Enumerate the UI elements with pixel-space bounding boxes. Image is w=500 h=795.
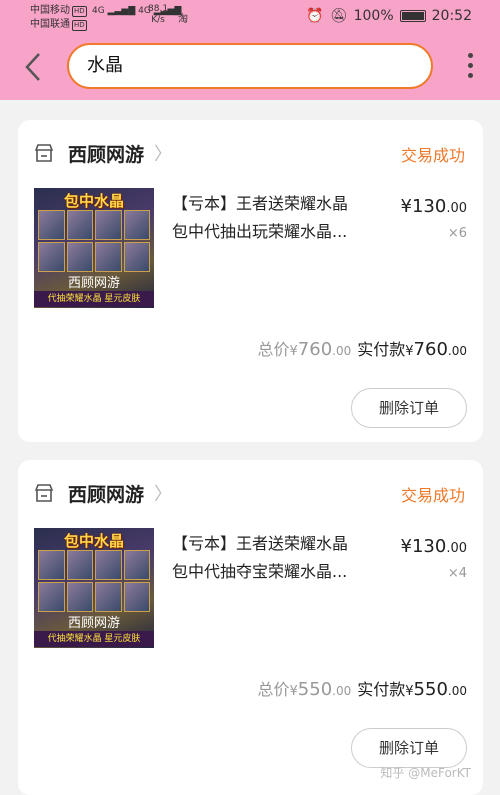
carrier-info: 中国移动 HD 中国联通 HD xyxy=(30,4,87,32)
paid-label: 实付款 xyxy=(357,340,406,359)
total-label: 总价 xyxy=(257,680,290,699)
chevron-right-icon: 〉 xyxy=(154,144,173,165)
order-totals: 总价 ¥760.00 实付款 ¥760.00 xyxy=(258,336,468,360)
signal-label: 4G xyxy=(92,6,105,16)
product-title-line2: 包中代抽出玩荣耀水晶... xyxy=(172,222,348,241)
shop-link[interactable]: 西顾网游 〉 xyxy=(34,140,172,166)
thumb-subtitle: 代抽荣耀水晶 星元皮肤 xyxy=(34,631,154,647)
price-int: 130 xyxy=(411,536,447,557)
total-label: 总价 xyxy=(257,340,290,359)
hero-grid xyxy=(38,210,150,272)
more-dot xyxy=(467,73,473,78)
currency-symbol: ¥ xyxy=(405,684,414,699)
total-int: 550 xyxy=(297,679,333,700)
price-dec: .00 xyxy=(446,541,467,556)
total-dec: .00 xyxy=(332,344,352,358)
product-title[interactable]: 【亏本】王者送荣耀水晶 包中代抽夺宝荣耀水晶... xyxy=(172,530,382,586)
status-bar: 中国移动 HD 中国联通 HD 4G ▂▃▅▇ 4G ▂▃▅▇ 88.1 K/s 淘… xyxy=(0,0,500,34)
total-amount: ¥760.00 xyxy=(290,339,352,360)
paid-dec: .00 xyxy=(447,684,467,698)
product-title-line1: 【亏本】王者送荣耀水晶 xyxy=(172,194,349,213)
thumb-shop: 西顾网游 xyxy=(67,276,120,291)
shop-name: 西顾网游 xyxy=(68,143,145,166)
product-thumbnail[interactable]: 包中水晶 西顾网游 代抽荣耀水晶 星元皮肤 xyxy=(34,528,154,648)
product-thumbnail[interactable]: 包中水晶 西顾网游 代抽荣耀水晶 星元皮肤 xyxy=(34,188,154,308)
order-status: 交易成功 xyxy=(400,146,465,165)
currency-symbol: ¥ xyxy=(289,684,298,699)
unit-price: ¥130.00 xyxy=(401,536,468,557)
taobao-notification-icon: 淘 xyxy=(178,14,188,25)
more-options-button[interactable] xyxy=(466,53,474,83)
more-dot xyxy=(467,63,473,68)
chevron-left-icon xyxy=(25,53,40,81)
more-dot xyxy=(467,53,473,58)
clock: 20:52 xyxy=(431,8,472,24)
carrier-2: 中国联通 xyxy=(30,19,70,30)
thumb-subtitle: 代抽荣耀水晶 星元皮肤 xyxy=(34,291,154,307)
paid-amount: ¥760.00 xyxy=(405,339,467,360)
alarm-icon: ⏰ xyxy=(306,8,324,24)
quantity: ×4 xyxy=(447,566,467,581)
paid-int: 760 xyxy=(413,339,448,360)
store-icon xyxy=(34,484,54,502)
currency-symbol: ¥ xyxy=(400,196,412,217)
battery-percent: 100% xyxy=(353,8,394,24)
total-amount: ¥550.00 xyxy=(290,679,352,700)
product-title[interactable]: 【亏本】王者送荣耀水晶 包中代抽出玩荣耀水晶... xyxy=(172,190,382,246)
currency-symbol: ¥ xyxy=(400,536,412,557)
unit-price: ¥130.00 xyxy=(401,196,468,217)
mute-icon: 🔕︎ xyxy=(329,8,348,24)
chevron-right-icon: 〉 xyxy=(154,484,173,505)
quantity: ×6 xyxy=(447,226,467,241)
thumb-title: 包中水晶 xyxy=(63,532,124,550)
hero-grid xyxy=(38,550,150,612)
product-title-line1: 【亏本】王者送荣耀水晶 xyxy=(172,534,349,553)
paid-amount: ¥550.00 xyxy=(405,679,467,700)
search-input[interactable]: 水晶 xyxy=(67,43,433,89)
network-speed: 88.1 K/s xyxy=(148,4,168,26)
order-status: 交易成功 xyxy=(400,486,465,505)
price-dec: .00 xyxy=(446,201,467,216)
paid-int: 550 xyxy=(413,679,448,700)
order-card[interactable]: 西顾网游 〉 交易成功 包中水晶 西顾网游 代抽荣耀水晶 星元皮肤 【亏本】王者… xyxy=(18,460,483,795)
order-card[interactable]: 西顾网游 〉 交易成功 包中水晶 西顾网游 代抽荣耀水晶 星元皮肤 【亏本】王者… xyxy=(18,120,483,442)
shop-link[interactable]: 西顾网游 〉 xyxy=(34,480,172,506)
hd-badge: HD xyxy=(72,6,87,17)
product-title-line2: 包中代抽夺宝荣耀水晶... xyxy=(172,562,348,581)
currency-symbol: ¥ xyxy=(405,344,414,359)
paid-dec: .00 xyxy=(447,344,467,358)
currency-symbol: ¥ xyxy=(289,344,298,359)
delete-order-button[interactable]: 删除订单 xyxy=(351,388,467,428)
back-button[interactable] xyxy=(18,49,48,83)
speed-value: 88.1 xyxy=(148,4,169,14)
carrier-1: 中国移动 xyxy=(30,5,70,16)
shop-name: 西顾网游 xyxy=(68,483,145,506)
hd-badge: HD xyxy=(72,20,87,31)
nav-bar: 水晶 xyxy=(0,34,500,100)
price-int: 130 xyxy=(411,196,447,217)
order-totals: 总价 ¥550.00 实付款 ¥550.00 xyxy=(258,676,468,700)
paid-label: 实付款 xyxy=(357,680,406,699)
watermark: 知乎 @MeForKT xyxy=(380,766,471,780)
thumb-title: 包中水晶 xyxy=(63,192,124,210)
total-int: 760 xyxy=(297,339,333,360)
thumb-shop: 西顾网游 xyxy=(67,616,120,631)
speed-unit: K/s xyxy=(151,15,165,25)
status-right: ⏰ 🔕︎ 100% 20:52 xyxy=(306,8,472,24)
delete-order-button[interactable]: 删除订单 xyxy=(351,728,467,768)
store-icon xyxy=(34,144,54,162)
battery-icon xyxy=(399,10,426,22)
total-dec: .00 xyxy=(332,684,352,698)
